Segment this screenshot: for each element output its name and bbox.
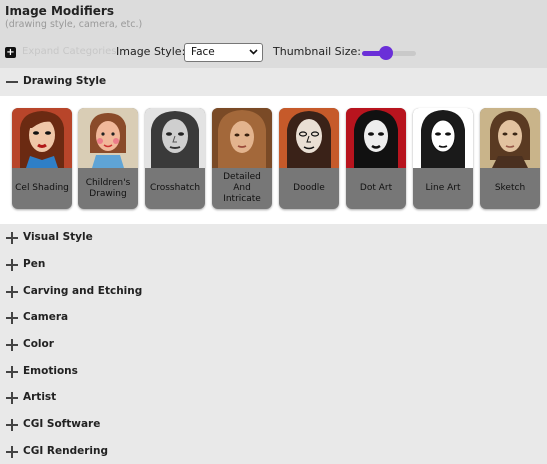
modifier-label: Children's Drawing [85,177,131,199]
category-cgi-rendering[interactable]: CGI Rendering [0,439,547,464]
modifier-card-sketch[interactable]: Sketch [480,108,540,209]
modifier-card-childrens-drawing[interactable]: Children's Drawing [78,108,138,209]
plus-box-icon[interactable]: + [5,47,16,58]
line-art-portrait-icon [413,108,473,168]
thumbnail-size-label: Thumbnail Size: [273,45,361,58]
modifier-card-doodle[interactable]: Doodle [279,108,339,209]
modifier-card-cel-shading[interactable]: Cel Shading [12,108,72,209]
plus-icon[interactable] [6,446,18,458]
chevron-down-icon [249,49,258,55]
category-cgi-software[interactable]: CGI Software [0,412,547,438]
header: Image Modifiers (drawing style, camera, … [0,0,547,68]
slider-knob[interactable] [379,46,393,60]
modifier-label: Detailed And Intricate [223,172,261,204]
plus-icon[interactable] [6,339,18,351]
drawing-style-panel: Cel Shading Children's Drawing Crosshatc… [0,96,547,224]
plus-icon[interactable] [6,366,18,378]
category-label: Artist [23,391,57,403]
modifier-card-dot-art[interactable]: Dot Art [346,108,406,209]
category-label: Carving and Etching [23,285,143,297]
category-label: Visual Style [23,231,93,243]
expand-categories-button[interactable]: Expand Categories [22,46,116,57]
image-style-value: Face [191,46,215,58]
crosshatch-portrait-icon [145,108,205,168]
image-style-label: Image Style: [116,45,186,58]
plus-icon[interactable] [6,232,18,244]
modifier-label: Crosshatch [149,183,201,193]
toolbar: + Expand Categories Image Style: Face Th… [0,40,547,66]
modifier-label: Sketch [494,183,526,193]
category-color[interactable]: Color [0,332,547,358]
modifier-card-crosshatch[interactable]: Crosshatch [145,108,205,209]
category-visual-style[interactable]: Visual Style [0,225,547,251]
thumbnail-size-slider[interactable] [362,46,416,60]
page-title: Image Modifiers [5,4,114,18]
page-subtitle: (drawing style, camera, etc.) [5,19,143,30]
category-camera[interactable]: Camera [0,305,547,331]
category-carving-and-etching[interactable]: Carving and Etching [0,279,547,305]
dot-art-portrait-icon [346,108,406,168]
sketch-portrait-icon [480,108,540,168]
modifier-label: Dot Art [359,183,393,193]
plus-icon[interactable] [6,259,18,271]
category-label: Drawing Style [23,75,107,87]
category-label: Camera [23,311,69,323]
childrens-drawing-portrait-icon [78,108,138,168]
category-pen[interactable]: Pen [0,252,547,278]
category-label: Pen [23,258,46,270]
image-style-select[interactable]: Face [184,43,263,62]
plus-icon[interactable] [6,419,18,431]
detailed-intricate-portrait-icon [212,108,272,168]
modifier-label: Doodle [293,183,325,193]
modifier-label: Line Art [425,183,461,193]
plus-icon[interactable] [6,392,18,404]
modifier-card-detailed-and-intricate[interactable]: Detailed And Intricate [212,108,272,209]
category-label: CGI Software [23,418,101,430]
modifier-label: Cel Shading [15,183,69,193]
category-label: Color [23,338,54,350]
plus-icon[interactable] [6,286,18,298]
category-drawing-style[interactable]: Drawing Style [0,69,547,95]
modifier-card-line-art[interactable]: Line Art [413,108,473,209]
minus-icon[interactable] [6,76,18,88]
doodle-portrait-icon [279,108,339,168]
category-label: CGI Rendering [23,445,108,457]
category-artist[interactable]: Artist [0,385,547,411]
category-emotions[interactable]: Emotions [0,359,547,385]
category-label: Emotions [23,365,78,377]
cel-shading-portrait-icon [12,108,72,168]
plus-icon[interactable] [6,312,18,324]
